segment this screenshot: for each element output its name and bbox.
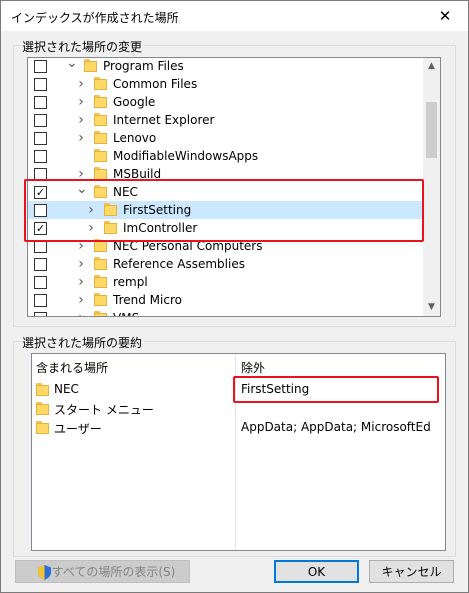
tree-row[interactable]: › Common Files	[28, 75, 422, 93]
summary-group-label: 選択された場所の要約	[20, 334, 145, 351]
folder-icon	[94, 257, 107, 270]
uac-shield-icon	[38, 565, 51, 580]
included-item-label: スタート メニュー	[54, 403, 154, 417]
cancel-button[interactable]: キャンセル	[369, 560, 454, 583]
tree-checkbox[interactable]	[34, 150, 47, 163]
tree-item-label: Program Files	[103, 59, 184, 73]
tree-checkbox[interactable]	[34, 294, 47, 307]
tree-row[interactable]: › Lenovo	[28, 129, 422, 147]
tree-item-label: Lenovo	[113, 131, 157, 145]
included-item-label: ユーザー	[54, 422, 102, 436]
tree-item-label: ModifiableWindowsApps	[113, 149, 259, 163]
excluded-column-header: 除外	[241, 361, 266, 375]
tree-row[interactable]: ModifiableWindowsApps	[28, 147, 422, 165]
tree-checkbox[interactable]	[34, 312, 47, 316]
folder-icon	[94, 95, 107, 108]
scroll-thumb[interactable]	[426, 102, 437, 158]
folder-icon	[94, 149, 107, 162]
tree-item-label: Reference Assemblies	[113, 257, 245, 271]
highlight-box-firstsetting	[233, 376, 439, 403]
show-all-locations-label: すべての場所の表示(S)	[51, 565, 176, 579]
tree-checkbox[interactable]	[34, 258, 47, 271]
folder-icon	[36, 383, 49, 396]
folder-icon	[94, 131, 107, 144]
show-all-locations-button[interactable]: すべての場所の表示(S)	[15, 560, 190, 583]
tree-checkbox[interactable]	[34, 132, 47, 145]
included-column-header: 含まれる場所	[36, 361, 109, 375]
tree-checkbox[interactable]	[34, 96, 47, 109]
tree-checkbox[interactable]	[34, 114, 47, 127]
ok-button[interactable]: OK	[274, 560, 359, 583]
tree-checkbox[interactable]	[34, 60, 47, 73]
tree-item-label: Internet Explorer	[113, 113, 215, 127]
folder-icon	[94, 77, 107, 90]
tree-item-label: VMS	[113, 311, 139, 316]
tree-checkbox[interactable]	[34, 78, 47, 91]
chevron-right-icon[interactable]: ›	[76, 311, 86, 316]
tree-row[interactable]: ⌄ Program Files	[28, 58, 422, 75]
scroll-down-icon[interactable]: ▼	[423, 299, 440, 316]
tree-item-label: Google	[113, 95, 156, 109]
chevron-right-icon[interactable]: ›	[76, 275, 86, 289]
chevron-right-icon[interactable]: ›	[76, 77, 86, 91]
chevron-right-icon[interactable]: ›	[76, 95, 86, 109]
tree-scrollbar[interactable]: ▲ ▼	[423, 58, 440, 316]
folder-icon	[84, 59, 97, 72]
folder-icon	[94, 113, 107, 126]
tree-item-label: rempl	[113, 275, 148, 289]
tree-row[interactable]: › Trend Micro	[28, 291, 422, 309]
excluded-item: AppData; AppData; MicrosoftEdg...	[241, 420, 431, 434]
tree-item-label: Common Files	[113, 77, 198, 91]
folder-icon	[94, 275, 107, 288]
folder-icon	[36, 421, 49, 434]
included-item-label: NEC	[54, 382, 79, 396]
highlight-box-nec	[24, 179, 424, 242]
indexed-locations-dialog: インデックスが作成された場所 ✕ 選択された場所の変更 ⌄ Program Fil…	[0, 0, 469, 593]
folder-icon	[94, 239, 107, 252]
folder-icon	[94, 293, 107, 306]
chevron-right-icon[interactable]: ›	[76, 113, 86, 127]
chevron-right-icon[interactable]: ›	[76, 293, 86, 307]
title-bar: インデックスが作成された場所 ✕	[1, 1, 468, 31]
chevron-down-icon[interactable]: ⌄	[66, 58, 78, 73]
chevron-right-icon[interactable]: ›	[76, 257, 86, 271]
folder-icon	[36, 402, 49, 415]
window-title: インデックスが作成された場所	[11, 11, 179, 25]
tree-row[interactable]: › Reference Assemblies	[28, 255, 422, 273]
tree-item-label: Trend Micro	[113, 293, 182, 307]
close-button[interactable]: ✕	[422, 1, 468, 31]
scroll-up-icon[interactable]: ▲	[423, 58, 440, 75]
tree-row[interactable]: › rempl	[28, 273, 422, 291]
folder-icon	[94, 311, 107, 316]
tree-checkbox[interactable]	[34, 276, 47, 289]
tree-row[interactable]: › VMS	[28, 309, 422, 316]
chevron-right-icon[interactable]: ›	[76, 131, 86, 145]
tree-row[interactable]: › Google	[28, 93, 422, 111]
change-locations-group-label: 選択された場所の変更	[20, 38, 145, 55]
tree-row[interactable]: › Internet Explorer	[28, 111, 422, 129]
